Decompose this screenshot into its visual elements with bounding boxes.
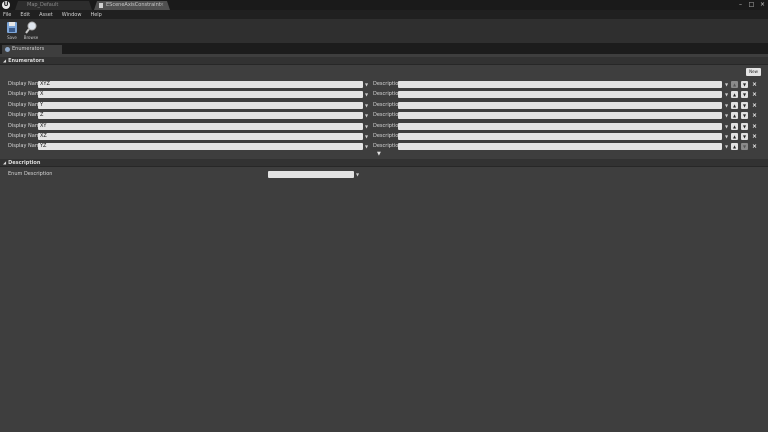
menu-window[interactable]: Window	[62, 12, 82, 18]
dropdown-arrow-icon[interactable]: ▼	[725, 143, 728, 150]
move-up-icon[interactable]: ▲	[731, 101, 738, 109]
dropdown-arrow-icon[interactable]: ▼	[356, 171, 359, 178]
enumerator-row: Display Name X ▼ Description ▼ ▲ ▼ ×	[0, 90, 768, 99]
dropdown-arrow-icon[interactable]: ▼	[725, 123, 728, 130]
dropdown-arrow-icon[interactable]: ▼	[365, 91, 368, 98]
enumerators-section-header[interactable]: ◢ Enumerators	[0, 57, 768, 65]
display-name-field[interactable]: XYZ	[38, 81, 363, 88]
move-down-icon[interactable]: ▼	[741, 112, 748, 120]
description-field[interactable]	[398, 143, 722, 151]
dropdown-arrow-icon[interactable]: ▼	[725, 112, 728, 119]
dropdown-arrow-icon[interactable]: ▼	[365, 133, 368, 140]
panel-tab-label: Enumerators	[12, 46, 45, 52]
dropdown-arrow-icon[interactable]: ▼	[725, 81, 728, 88]
move-down-icon[interactable]: ▼	[741, 133, 748, 140]
dropdown-arrow-icon[interactable]: ▼	[725, 91, 728, 98]
save-label: Save	[7, 35, 17, 40]
section-title: Enumerators	[8, 58, 45, 64]
remove-enumerator-icon[interactable]: ×	[751, 81, 758, 88]
enumerator-row: Display Name Y ▼ Description ▼ ▲ ▼ ×	[0, 101, 768, 110]
enum-description-row: Enum Description ▼	[0, 170, 768, 179]
menu-asset[interactable]: Asset	[39, 12, 53, 18]
toolbar: Save Browse	[0, 19, 768, 43]
minimize-icon[interactable]: –	[737, 1, 744, 8]
collapse-caret-icon: ◢	[3, 160, 7, 165]
display-name-field[interactable]: Y	[38, 101, 363, 109]
menu-bar: File Edit Asset Window Help	[0, 10, 768, 19]
enumerator-row: Display Name XZ ▼ Description ▼ ▲ ▼ ×	[0, 132, 768, 141]
close-window-icon[interactable]: ×	[759, 1, 766, 8]
description-field[interactable]	[398, 91, 722, 99]
enumerator-row: Display Name YZ ▼ Description ▼ ▲ ▼ ×	[0, 142, 768, 151]
magnifier-icon	[25, 21, 37, 34]
display-name-field[interactable]: YZ	[38, 143, 363, 151]
move-down-icon[interactable]: ▼	[741, 81, 748, 88]
enumerator-row: Display Name XY ▼ Description ▼ ▲ ▼ ×	[0, 122, 768, 131]
display-name-field[interactable]: X	[38, 91, 363, 99]
dropdown-arrow-icon[interactable]: ▼	[725, 133, 728, 140]
dropdown-arrow-icon[interactable]: ▼	[365, 112, 368, 119]
remove-enumerator-icon[interactable]: ×	[751, 133, 758, 140]
tab-label: ESceneAxisConstraint	[106, 2, 161, 8]
dropdown-arrow-icon[interactable]: ▼	[365, 102, 368, 109]
move-down-icon[interactable]: ▼	[741, 122, 748, 130]
remove-enumerator-icon[interactable]: ×	[751, 91, 758, 98]
dropdown-arrow-icon[interactable]: ▼	[365, 143, 368, 150]
enum-description-field[interactable]	[268, 171, 354, 178]
tab-map-default[interactable]: Map_Default	[15, 1, 92, 10]
move-up-icon[interactable]: ▲	[731, 112, 738, 120]
menu-file[interactable]: File	[3, 12, 11, 18]
tab-label: Map_Default	[27, 2, 59, 8]
enum-asset-icon	[99, 3, 103, 8]
menu-edit[interactable]: Edit	[20, 12, 30, 18]
move-up-icon[interactable]: ▲	[731, 143, 738, 151]
move-down-icon[interactable]: ▼	[741, 143, 748, 151]
description-field[interactable]	[398, 112, 722, 120]
dropdown-arrow-icon[interactable]: ▼	[725, 102, 728, 109]
enumerator-row: Display Name Z ▼ Description ▼ ▲ ▼ ×	[0, 111, 768, 120]
browse-label: Browse	[23, 35, 39, 40]
section-title: Description	[8, 160, 41, 166]
dropdown-arrow-icon[interactable]: ▼	[365, 123, 368, 130]
move-down-icon[interactable]: ▼	[741, 91, 748, 99]
remove-enumerator-icon[interactable]: ×	[751, 102, 758, 109]
enum-description-label: Enum Description	[8, 171, 53, 177]
remove-enumerator-icon[interactable]: ×	[751, 143, 758, 150]
description-field[interactable]	[398, 122, 722, 130]
enumerator-row: Display Name XYZ ▼ Description ▼ ▲ ▼ ×	[0, 80, 768, 89]
window-controls: – □ ×	[737, 0, 766, 8]
title-bar: U Map_Default ESceneAxisConstraint × – □…	[0, 0, 768, 10]
move-up-icon[interactable]: ▲	[731, 133, 738, 140]
description-field[interactable]	[398, 81, 722, 88]
new-enumerator-button[interactable]: New	[746, 68, 761, 76]
browse-button[interactable]: Browse	[22, 20, 40, 42]
description-field[interactable]	[398, 133, 722, 140]
description-field[interactable]	[398, 101, 722, 109]
remove-enumerator-icon[interactable]: ×	[751, 123, 758, 130]
tab-enum-asset[interactable]: ESceneAxisConstraint ×	[94, 1, 170, 10]
expand-arrow-icon[interactable]: ▼	[377, 151, 381, 157]
display-name-field[interactable]: XZ	[38, 133, 363, 140]
close-tab-icon[interactable]: ×	[160, 1, 164, 10]
save-icon	[7, 22, 17, 33]
collapse-caret-icon: ◢	[3, 58, 7, 63]
move-up-icon[interactable]: ▲	[731, 81, 738, 88]
menu-help[interactable]: Help	[90, 12, 101, 18]
save-button[interactable]: Save	[3, 20, 21, 42]
panel-tab-bar: Enumerators	[0, 43, 768, 54]
enumerators-tab-icon	[5, 47, 10, 52]
unreal-logo-icon: U	[2, 1, 10, 9]
move-up-icon[interactable]: ▲	[731, 122, 738, 130]
description-section-header[interactable]: ◢ Description	[0, 159, 768, 167]
display-name-field[interactable]: Z	[38, 112, 363, 120]
maximize-icon[interactable]: □	[748, 1, 755, 8]
move-down-icon[interactable]: ▼	[741, 101, 748, 109]
tab-enumerators[interactable]: Enumerators	[2, 45, 62, 54]
display-name-field[interactable]: XY	[38, 122, 363, 130]
remove-enumerator-icon[interactable]: ×	[751, 112, 758, 119]
move-up-icon[interactable]: ▲	[731, 91, 738, 99]
dropdown-arrow-icon[interactable]: ▼	[365, 81, 368, 88]
